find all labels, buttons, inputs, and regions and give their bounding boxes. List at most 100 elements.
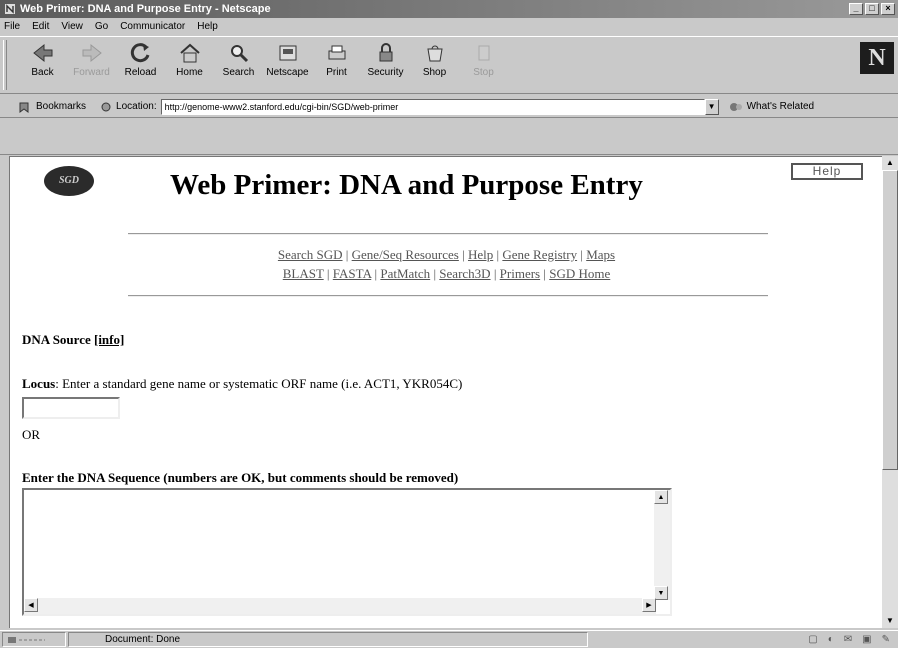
bottom-divider <box>128 295 768 297</box>
search-label: Search <box>222 67 255 78</box>
page-content: SGD Web Primer: DNA and Purpose Entry He… <box>9 156 882 628</box>
netscape-label: Netscape <box>266 67 309 78</box>
shop-button[interactable]: Shop <box>410 37 459 87</box>
toolbar-grip[interactable] <box>3 40 7 90</box>
whats-related-button[interactable]: What's Related <box>729 101 815 113</box>
menu-view[interactable]: View <box>61 21 83 32</box>
forward-label: Forward <box>73 67 110 78</box>
menu-help[interactable]: Help <box>197 21 218 32</box>
nav-links-row1: Search SGD | Gene/Seq Resources | Help |… <box>277 247 616 262</box>
link-fasta[interactable]: FASTA <box>333 266 371 281</box>
link-sgd-home[interactable]: SGD Home <box>549 266 610 281</box>
status-text: Document: Done <box>68 632 588 647</box>
reload-label: Reload <box>124 67 157 78</box>
component-bar-discussion-icon[interactable]: ▣ <box>862 634 871 645</box>
home-label: Home <box>176 67 203 78</box>
navigation-toolbar: Back Forward Reload Home Search Netscape… <box>0 36 898 94</box>
home-button[interactable]: Home <box>165 37 214 87</box>
help-button[interactable]: Help <box>791 163 863 180</box>
sgd-logo[interactable]: SGD <box>44 166 94 196</box>
shop-label: Shop <box>422 67 447 78</box>
connection-indicator <box>2 632 66 647</box>
bookmarks-button[interactable]: Bookmarks <box>18 101 86 113</box>
locus-input[interactable] <box>22 397 120 419</box>
bookmark-icon <box>19 102 29 113</box>
link-gene-registry[interactable]: Gene Registry <box>502 247 577 262</box>
netscape-logo[interactable]: N <box>860 42 894 74</box>
page-scroll-down-arrow[interactable]: ▼ <box>882 614 898 628</box>
menu-file[interactable]: File <box>4 21 20 32</box>
forward-icon <box>82 43 102 63</box>
textarea-scroll-up-arrow[interactable]: ▲ <box>654 490 668 504</box>
print-icon <box>328 45 345 60</box>
security-button[interactable]: Security <box>361 37 410 87</box>
search-button[interactable]: Search <box>214 37 263 87</box>
personal-toolbar <box>0 119 898 155</box>
window-title: Web Primer: DNA and Purpose Entry - Nets… <box>20 3 271 15</box>
link-help[interactable]: Help <box>468 247 493 262</box>
netscape-button[interactable]: Netscape <box>263 37 312 87</box>
window-title-bar: Web Primer: DNA and Purpose Entry - Nets… <box>0 0 898 18</box>
dna-source-label: DNA Source <box>22 332 91 347</box>
shop-icon <box>426 45 443 62</box>
stop-button[interactable]: Stop <box>459 37 508 87</box>
page-vertical-scrollbar[interactable]: ▲ ▼ <box>882 156 898 628</box>
top-divider <box>128 233 768 235</box>
forward-button[interactable]: Forward <box>67 37 116 87</box>
textarea-scroll-right-arrow[interactable]: ▶ <box>642 598 656 612</box>
reload-button[interactable]: Reload <box>116 37 165 87</box>
minimize-button[interactable]: _ <box>849 3 863 15</box>
menu-edit[interactable]: Edit <box>32 21 49 32</box>
info-link[interactable]: [info] <box>94 332 124 347</box>
dna-sequence-textarea[interactable]: ▲ ▼ ◀ ▶ <box>22 488 672 616</box>
close-button[interactable]: × <box>881 3 895 15</box>
link-search3d[interactable]: Search3D <box>439 266 490 281</box>
whats-related-label: What's Related <box>746 101 815 112</box>
dna-source-heading: DNA Source [info] <box>22 332 124 348</box>
locus-label: Locus <box>22 376 56 391</box>
page-scroll-thumb[interactable] <box>882 170 898 470</box>
url-dropdown-button[interactable]: ▼ <box>704 98 719 115</box>
print-button[interactable]: Print <box>312 37 361 87</box>
locus-help-text: : Enter a standard gene name or systemat… <box>55 376 463 391</box>
locus-instructions: Locus: Enter a standard gene name or sys… <box>22 376 462 392</box>
link-maps[interactable]: Maps <box>586 247 615 262</box>
bookmarks-label: Bookmarks <box>36 101 87 112</box>
security-status-icon[interactable]: ▢ <box>808 634 817 645</box>
security-label: Security <box>367 67 404 78</box>
link-search-sgd[interactable]: Search SGD <box>278 247 343 262</box>
netscape-app-icon <box>4 3 16 15</box>
search-icon <box>230 45 248 63</box>
security-icon <box>379 43 392 62</box>
link-gene-seq-resources[interactable]: Gene/Seq Resources <box>352 247 459 262</box>
textarea-scroll-left-arrow[interactable]: ◀ <box>24 598 38 612</box>
component-bar-mail-icon[interactable]: ✉ <box>844 634 852 645</box>
menu-go[interactable]: Go <box>95 21 108 32</box>
link-patmatch[interactable]: PatMatch <box>380 266 430 281</box>
reload-icon <box>130 43 149 63</box>
textarea-scroll-down-arrow[interactable]: ▼ <box>654 586 668 600</box>
menu-bar: File Edit View Go Communicator Help <box>0 18 898 35</box>
maximize-button[interactable]: □ <box>865 3 879 15</box>
component-bar-composer-icon[interactable]: ✎ <box>882 634 890 645</box>
back-button[interactable]: Back <box>18 37 67 87</box>
back-icon <box>32 43 52 63</box>
location-label: Location: <box>100 101 157 113</box>
component-bar-navigator-icon[interactable]: ◐ <box>828 634 834 645</box>
menu-communicator[interactable]: Communicator <box>120 21 185 32</box>
url-input[interactable]: http://genome-www2.stanford.edu/cgi-bin/… <box>160 98 705 115</box>
sequence-label: Enter the DNA Sequence (numbers are OK, … <box>22 470 459 485</box>
textarea-horizontal-scrollbar[interactable]: ◀ ▶ <box>24 598 656 614</box>
nav-links-row2: BLAST | FASTA | PatMatch | Search3D | Pr… <box>282 266 611 281</box>
or-text: OR <box>22 427 41 442</box>
stop-icon <box>478 45 489 61</box>
connection-icon <box>8 636 45 643</box>
back-label: Back <box>31 67 54 78</box>
location-icon <box>101 102 111 111</box>
link-primers[interactable]: Primers <box>500 266 540 281</box>
link-blast[interactable]: BLAST <box>283 266 324 281</box>
related-icon <box>729 102 742 111</box>
stop-label: Stop <box>473 67 494 78</box>
textarea-vertical-scrollbar[interactable]: ▲ ▼ <box>654 490 670 600</box>
page-scroll-up-arrow[interactable]: ▲ <box>882 156 898 170</box>
